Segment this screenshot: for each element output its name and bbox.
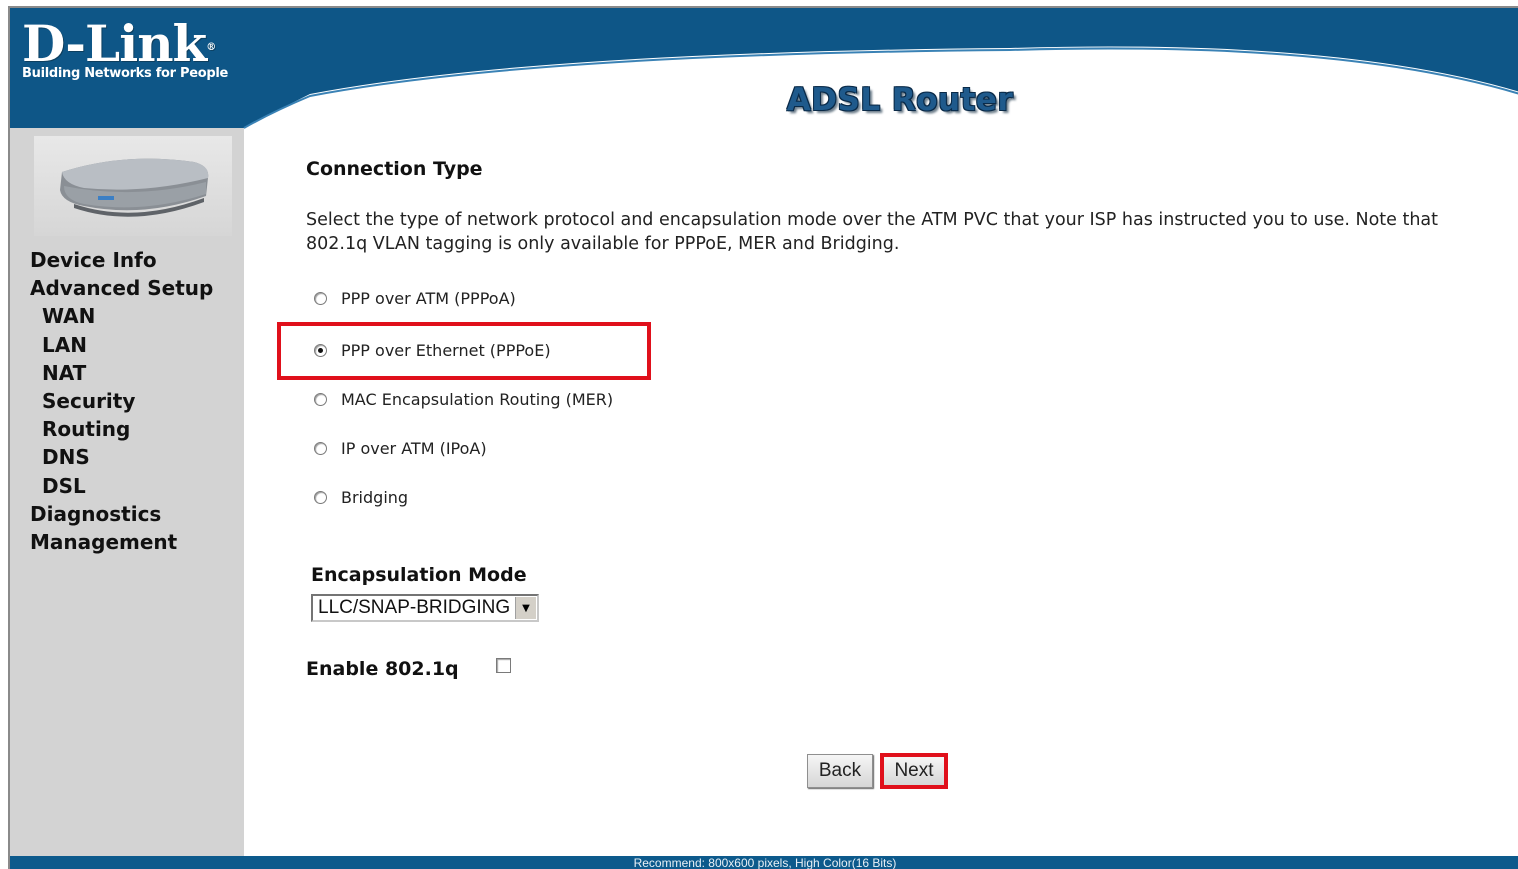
next-button[interactable]: Next: [880, 753, 948, 789]
router-icon: [34, 136, 232, 236]
sidebar-item-diagnostics[interactable]: Diagnostics: [30, 500, 213, 528]
footer-bar: Recommend: 800x600 pixels, High Color(16…: [10, 856, 1518, 869]
sidebar-item-dsl[interactable]: DSL: [30, 472, 213, 500]
logo-wordmark: D-Link®: [22, 14, 216, 73]
radio-ipoa[interactable]: [314, 441, 327, 455]
logo-tagline: Building Networks for People: [22, 66, 229, 81]
option-label: PPP over Ethernet (PPPoE): [341, 340, 551, 360]
sidebar: Device Info Advanced Setup WAN LAN NAT S…: [10, 128, 244, 856]
option-bridging[interactable]: Bridging: [314, 485, 408, 509]
sidebar-item-device-info[interactable]: Device Info: [30, 246, 213, 274]
page-title: ADSL Router: [786, 82, 1014, 118]
option-pppoe[interactable]: PPP over Ethernet (PPPoE): [314, 338, 551, 362]
radio-pppoa[interactable]: [314, 291, 327, 305]
dlink-logo: D-Link® Building Networks for People: [22, 14, 244, 82]
sidebar-item-wan[interactable]: WAN: [30, 302, 213, 330]
encapsulation-mode-select[interactable]: LLC/SNAP-BRIDGING ▼: [311, 594, 539, 622]
vlan-label: Enable 802.1q: [306, 658, 459, 680]
radio-mer[interactable]: [314, 392, 327, 406]
instructions-text: Select the type of network protocol and …: [306, 210, 1439, 254]
sidebar-item-routing[interactable]: Routing: [30, 415, 213, 443]
option-label: IP over ATM (IPoA): [341, 438, 487, 458]
vlan-checkbox[interactable]: [496, 658, 511, 673]
encapsulation-mode-value: LLC/SNAP-BRIDGING: [318, 597, 511, 618]
sidebar-item-nat[interactable]: NAT: [30, 359, 213, 387]
option-label: PPP over ATM (PPPoA): [341, 288, 516, 308]
main-content: Connection Type Select the type of netwo…: [244, 128, 1518, 856]
option-label: MAC Encapsulation Routing (MER): [341, 389, 614, 409]
sidebar-item-advanced-setup[interactable]: Advanced Setup: [30, 274, 213, 302]
sidebar-item-dns[interactable]: DNS: [30, 443, 213, 471]
browser-frame: D-Link® Building Networks for People ADS…: [8, 6, 1518, 869]
option-pppoa[interactable]: PPP over ATM (PPPoA): [314, 286, 516, 310]
sidebar-nav: Device Info Advanced Setup WAN LAN NAT S…: [30, 246, 213, 556]
sidebar-item-security[interactable]: Security: [30, 387, 213, 415]
sidebar-item-lan[interactable]: LAN: [30, 331, 213, 359]
back-button[interactable]: Back: [807, 754, 873, 788]
sidebar-item-management[interactable]: Management: [30, 528, 213, 556]
section-title: Connection Type: [306, 158, 483, 180]
radio-pppoe[interactable]: [314, 343, 327, 357]
encapsulation-mode-label: Encapsulation Mode: [311, 564, 527, 586]
radio-bridging[interactable]: [314, 490, 327, 504]
chevron-down-icon[interactable]: ▼: [515, 597, 536, 619]
option-ipoa[interactable]: IP over ATM (IPoA): [314, 436, 487, 460]
option-mer[interactable]: MAC Encapsulation Routing (MER): [314, 387, 613, 411]
option-label: Bridging: [341, 487, 409, 507]
